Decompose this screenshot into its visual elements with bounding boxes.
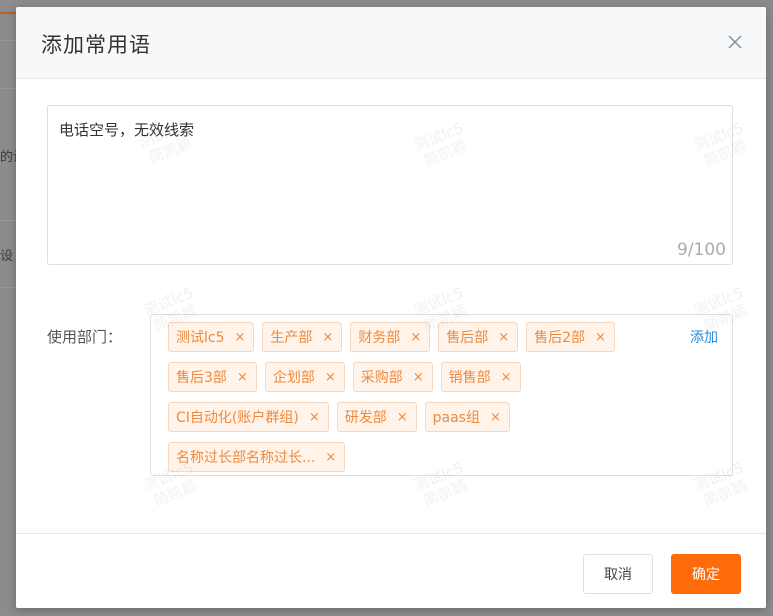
department-tag: 名称过长部名称过长... × bbox=[168, 442, 346, 472]
tag-row: CI自动化(账户群组) × 研发部 × paas组 × bbox=[168, 401, 668, 433]
background-divider bbox=[0, 287, 16, 288]
tag-remove-icon[interactable]: × bbox=[325, 370, 336, 385]
background-divider bbox=[0, 220, 16, 221]
department-tag-label: 测试lc5 bbox=[176, 330, 225, 346]
department-tag: 生产部 × bbox=[262, 322, 343, 352]
department-tag: CI自动化(账户群组) × bbox=[168, 402, 329, 432]
tag-remove-icon[interactable]: × bbox=[235, 330, 246, 345]
tag-remove-icon[interactable]: × bbox=[490, 410, 501, 425]
department-tag: 售后部 × bbox=[438, 322, 519, 352]
tag-remove-icon[interactable]: × bbox=[237, 370, 248, 385]
background-divider bbox=[0, 40, 16, 41]
department-tag-label: 售后3部 bbox=[176, 370, 227, 386]
confirm-button[interactable]: 确定 bbox=[671, 554, 741, 594]
department-tag-label: 销售部 bbox=[448, 370, 491, 386]
background-divider bbox=[0, 88, 16, 89]
cancel-button[interactable]: 取消 bbox=[583, 554, 653, 594]
add-department-link[interactable]: 添加 bbox=[690, 327, 718, 347]
watermark-line: 简凯颖 bbox=[421, 476, 470, 511]
department-tag-list: 测试lc5 × 生产部 × 财务部 × 售后部 × 售后2部 × 售后3部 × 企划部 × 采购部 × 销售部 ×… bbox=[168, 321, 668, 481]
tag-remove-icon[interactable]: × bbox=[322, 330, 333, 345]
background-text: 设 bbox=[0, 249, 14, 264]
phrase-textarea[interactable]: 电话空号，无效线索 bbox=[59, 119, 721, 234]
tag-remove-icon[interactable]: × bbox=[325, 450, 336, 465]
department-tag-label: 财务部 bbox=[358, 330, 401, 346]
watermark-line: 简凯颖 bbox=[151, 476, 200, 511]
department-tag-label: 名称过长部名称过长... bbox=[176, 450, 316, 466]
department-tag: 测试lc5 × bbox=[168, 322, 255, 352]
tag-remove-icon[interactable]: × bbox=[397, 410, 408, 425]
department-tag: 售后2部 × bbox=[526, 322, 615, 352]
department-tag: 销售部 × bbox=[440, 362, 521, 392]
tag-row: 名称过长部名称过长... × bbox=[168, 441, 668, 473]
phrase-textarea-box: 电话空号，无效线索 9/100 bbox=[47, 105, 733, 265]
department-tag-label: paas组 bbox=[432, 410, 480, 426]
department-tag-label: 售后2部 bbox=[534, 330, 586, 346]
department-tag-label: CI自动化(账户群组) bbox=[176, 410, 299, 426]
dialog-title: 添加常用语 bbox=[41, 33, 151, 57]
department-tag: 企划部 × bbox=[264, 362, 345, 392]
department-tag: 采购部 × bbox=[352, 362, 433, 392]
tag-remove-icon[interactable]: × bbox=[413, 370, 424, 385]
department-tag: 售后3部 × bbox=[168, 362, 257, 392]
char-counter: 9/100 bbox=[677, 240, 726, 260]
department-tag-label: 售后部 bbox=[446, 330, 489, 346]
dialog-footer: 取消 确定 bbox=[16, 533, 766, 608]
tag-remove-icon[interactable]: × bbox=[595, 330, 606, 345]
department-tag: 研发部 × bbox=[336, 402, 417, 432]
tag-remove-icon[interactable]: × bbox=[501, 370, 512, 385]
tag-remove-icon[interactable]: × bbox=[498, 330, 509, 345]
department-tag-label: 采购部 bbox=[360, 370, 403, 386]
department-tag-label: 企划部 bbox=[272, 370, 315, 386]
department-tag: 财务部 × bbox=[350, 322, 431, 352]
tag-remove-icon[interactable]: × bbox=[309, 410, 320, 425]
department-label: 使用部门： bbox=[47, 328, 123, 346]
tag-remove-icon[interactable]: × bbox=[410, 330, 421, 345]
close-button[interactable] bbox=[724, 31, 746, 53]
background-text: 的设 bbox=[0, 150, 16, 165]
add-phrase-dialog: 添加常用语 电话空号，无效线索 9/100 使用部门： 测试lc5 × 生产部 × 财务… bbox=[16, 7, 766, 608]
department-tag-label: 生产部 bbox=[270, 330, 313, 346]
tag-row: 售后3部 × 企划部 × 采购部 × 销售部 × bbox=[168, 361, 668, 393]
department-tag: paas组 × bbox=[424, 402, 510, 432]
tag-row: 测试lc5 × 生产部 × 财务部 × 售后部 × 售后2部 × bbox=[168, 321, 668, 353]
department-tag-label: 研发部 bbox=[344, 410, 387, 426]
dialog-header: 添加常用语 bbox=[16, 7, 766, 79]
close-icon bbox=[728, 35, 742, 49]
watermark-line: 简凯颖 bbox=[701, 476, 750, 511]
department-select[interactable]: 测试lc5 × 生产部 × 财务部 × 售后部 × 售后2部 × 售后3部 × 企划部 × 采购部 × 销售部 ×… bbox=[150, 314, 733, 476]
background-tab-accent bbox=[0, 12, 16, 14]
